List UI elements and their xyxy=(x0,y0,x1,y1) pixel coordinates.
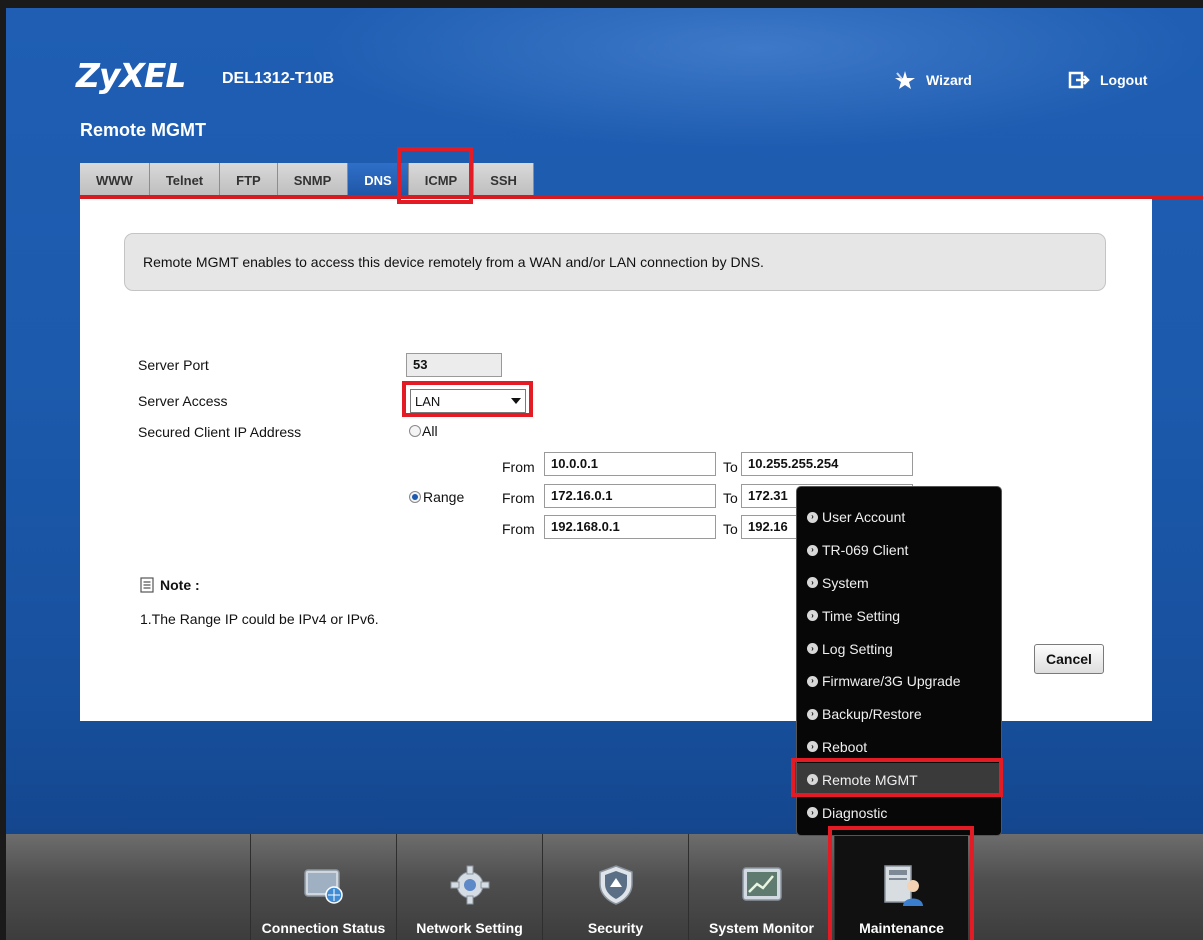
all-label: All xyxy=(422,423,438,439)
chevron-right-icon: › xyxy=(807,741,818,753)
gear-icon xyxy=(450,865,489,905)
chevron-right-icon: › xyxy=(807,708,818,720)
from-label: From xyxy=(502,521,535,537)
menu-item-time-setting[interactable]: › Time Setting xyxy=(797,599,1001,632)
info-text: Remote MGMT enables to access this devic… xyxy=(143,254,764,270)
menu-item-tr069-client[interactable]: › TR-069 Client xyxy=(797,534,1001,567)
logout-label: Logout xyxy=(1100,72,1148,88)
menu-item-label: System xyxy=(822,574,869,591)
nav-system-monitor[interactable]: System Monitor xyxy=(688,834,834,940)
chevron-right-icon: › xyxy=(807,511,818,523)
nav-label-security: Security xyxy=(587,920,644,936)
page-title: Remote MGMT xyxy=(80,120,206,140)
logout-link[interactable]: Logout xyxy=(1068,70,1147,90)
range-2-from-field[interactable]: 172.16.0.1 xyxy=(544,484,716,508)
to-label: To xyxy=(723,521,738,537)
menu-item-reboot[interactable]: › Reboot xyxy=(797,731,1001,764)
note-icon xyxy=(140,577,154,593)
nav-label-connection-status: Connection Status xyxy=(261,920,386,936)
device-model: DEL1312-T10B xyxy=(222,70,335,87)
chevron-right-icon: › xyxy=(807,544,818,556)
monitor-chart-icon xyxy=(741,867,782,901)
wizard-icon xyxy=(895,71,915,89)
menu-item-label: Time Setting xyxy=(822,607,901,624)
server-access-select[interactable]: LAN xyxy=(410,389,526,413)
menu-item-label: Log Setting xyxy=(822,640,893,657)
nav-label-network-setting: Network Setting xyxy=(416,920,523,936)
connection-status-icon xyxy=(303,869,343,904)
menu-item-label: TR-069 Client xyxy=(822,542,909,559)
tab-icmp[interactable]: ICMP xyxy=(408,163,475,197)
nav-connection-status[interactable]: Connection Status xyxy=(250,834,396,940)
from-label: From xyxy=(502,459,535,475)
menu-item-label: Diagnostic xyxy=(822,804,888,821)
to-label: To xyxy=(723,490,738,506)
wizard-link[interactable]: Wizard xyxy=(894,70,972,90)
radio-range[interactable] xyxy=(409,491,421,503)
secured-ip-label: Secured Client IP Address xyxy=(138,424,302,440)
nav-security[interactable]: Security xyxy=(542,834,688,940)
menu-item-label: Firmware/3G Upgrade xyxy=(822,673,961,690)
menu-item-diagnostic[interactable]: › Diagnostic xyxy=(797,796,1001,829)
range-3-from-field[interactable]: 192.168.0.1 xyxy=(544,515,716,539)
chevron-right-icon: › xyxy=(807,610,818,622)
nav-label-maintenance: Maintenance xyxy=(859,920,944,936)
tab-www[interactable]: WWW xyxy=(80,163,150,197)
shield-icon xyxy=(598,865,633,905)
menu-item-label: User Account xyxy=(822,509,906,526)
chevron-right-icon: › xyxy=(807,774,818,786)
router-admin-page: ZyXEL DEL1312-T10B Remote MGMT Wizard Lo… xyxy=(0,0,1203,940)
menu-item-label: Backup/Restore xyxy=(822,706,922,723)
nav-network-setting[interactable]: Network Setting xyxy=(396,834,542,940)
menu-item-firmware-upgrade[interactable]: › Firmware/3G Upgrade xyxy=(797,665,1001,698)
nav-label-system-monitor: System Monitor xyxy=(708,920,814,936)
chevron-down-icon xyxy=(511,398,521,404)
zyxel-logo: ZyXEL xyxy=(76,56,186,95)
menu-item-label: Remote MGMT xyxy=(822,771,918,788)
tab-dns[interactable]: DNS xyxy=(348,163,409,197)
menu-item-log-setting[interactable]: › Log Setting xyxy=(797,632,1001,665)
note-title: Note : xyxy=(160,577,200,593)
server-access-label: Server Access xyxy=(138,393,228,409)
note-text: 1.The Range IP could be IPv4 or IPv6. xyxy=(140,611,379,627)
radio-all[interactable] xyxy=(409,425,421,437)
server-access-value: LAN xyxy=(415,393,441,409)
tab-ssh[interactable]: SSH xyxy=(474,163,534,197)
option-all[interactable]: All xyxy=(409,423,438,439)
nav-maintenance[interactable]: Maintenance xyxy=(834,834,968,940)
server-port-label: Server Port xyxy=(138,357,209,373)
tab-telnet[interactable]: Telnet xyxy=(149,163,221,197)
chevron-right-icon: › xyxy=(807,675,818,687)
to-label: To xyxy=(723,459,738,475)
menu-item-backup-restore[interactable]: › Backup/Restore xyxy=(797,698,1001,731)
range-label: Range xyxy=(423,489,465,505)
menu-item-system[interactable]: › System xyxy=(797,567,1001,600)
option-range[interactable]: Range xyxy=(409,489,464,505)
chevron-right-icon: › xyxy=(807,807,818,819)
server-port-field[interactable]: 53 xyxy=(406,353,502,377)
tab-bar: WWW Telnet FTP SNMP DNS ICMP SSH xyxy=(80,163,534,197)
wizard-label: Wizard xyxy=(926,72,972,88)
menu-item-label: Reboot xyxy=(822,738,868,755)
chevron-right-icon: › xyxy=(807,643,818,655)
range-1-from-field[interactable]: 10.0.0.1 xyxy=(544,452,716,476)
info-box: Remote MGMT enables to access this devic… xyxy=(124,233,1106,291)
menu-item-user-account[interactable]: › User Account xyxy=(797,501,1001,534)
menu-item-remote-mgmt[interactable]: › Remote MGMT xyxy=(797,763,1001,797)
maintenance-icon xyxy=(883,865,923,906)
tab-ftp[interactable]: FTP xyxy=(220,163,278,197)
maintenance-submenu: › User Account › TR-069 Client › System › Ti… xyxy=(796,486,1002,836)
tab-snmp[interactable]: SNMP xyxy=(277,163,349,197)
chevron-right-icon: › xyxy=(807,577,818,589)
logout-icon xyxy=(1068,71,1090,89)
cancel-button[interactable]: Cancel xyxy=(1034,644,1104,674)
note-heading: Note : xyxy=(140,577,200,593)
from-label: From xyxy=(502,490,535,506)
range-1-to-field[interactable]: 10.255.255.254 xyxy=(741,452,913,476)
